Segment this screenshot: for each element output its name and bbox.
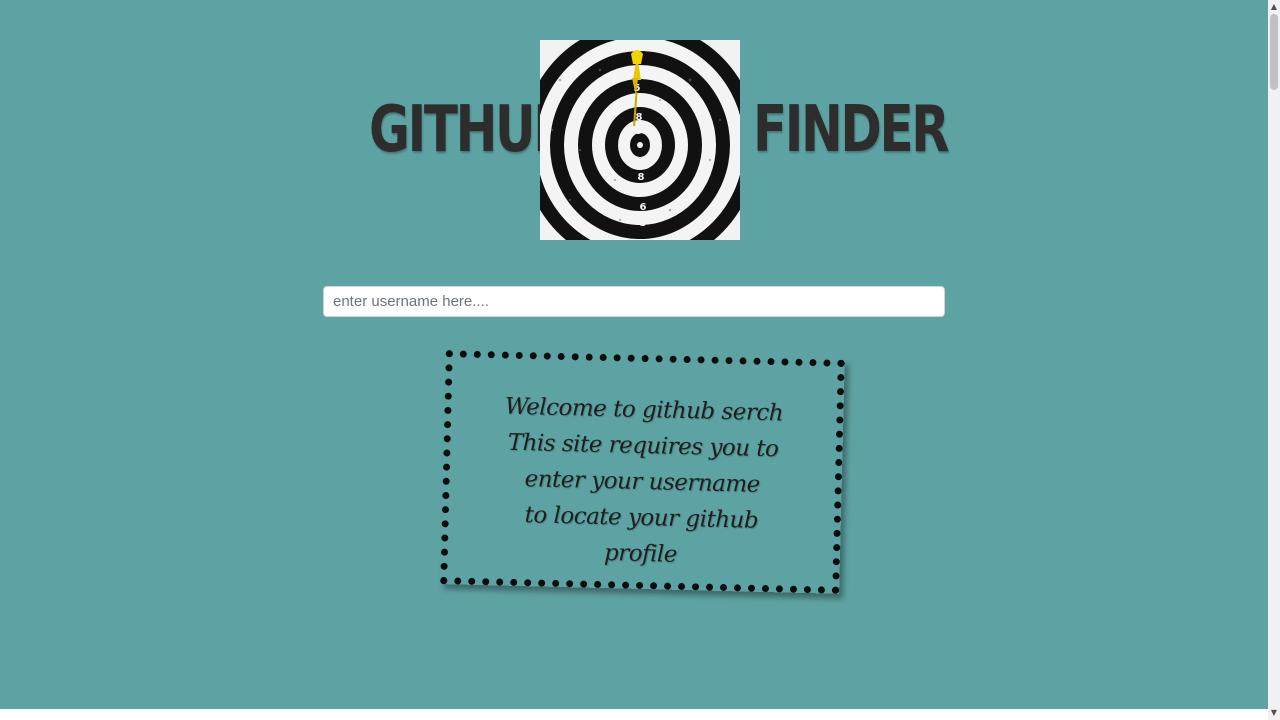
title-github: GITHUB — [369, 93, 571, 167]
svg-text:8: 8 — [636, 112, 643, 123]
svg-text:5: 5 — [640, 218, 647, 229]
svg-text:9: 9 — [638, 157, 645, 168]
svg-text:7: 7 — [639, 186, 646, 197]
svg-text:8: 8 — [638, 172, 645, 183]
dartboard-logo-icon: 3 5 7 8 9 9 8 7 6 5 — [540, 40, 740, 240]
search-container — [323, 286, 945, 317]
welcome-message: Welcome to github serch This site requir… — [448, 387, 837, 576]
vertical-scrollbar[interactable]: ▲ ▼ — [1268, 0, 1280, 720]
svg-text:6: 6 — [640, 202, 647, 213]
svg-text:9: 9 — [636, 126, 643, 137]
welcome-card: Welcome to github serch This site requir… — [440, 350, 845, 594]
dartboard-graphic: 3 5 7 8 9 9 8 7 6 5 — [540, 40, 740, 240]
scroll-up-arrow-icon[interactable]: ▲ — [1268, 0, 1280, 14]
header: GITHUB 3 5 7 8 9 9 8 7 6 5 FINDER — [0, 40, 1268, 240]
page-viewport: GITHUB 3 5 7 8 9 9 8 7 6 5 FINDER enter … — [0, 0, 1268, 720]
title-finder: FINDER — [753, 93, 950, 167]
page-bottom-strip — [0, 709, 1268, 720]
username-search-input[interactable] — [323, 286, 945, 317]
scroll-down-arrow-icon[interactable]: ▼ — [1268, 706, 1280, 720]
scrollbar-thumb[interactable] — [1270, 14, 1278, 90]
